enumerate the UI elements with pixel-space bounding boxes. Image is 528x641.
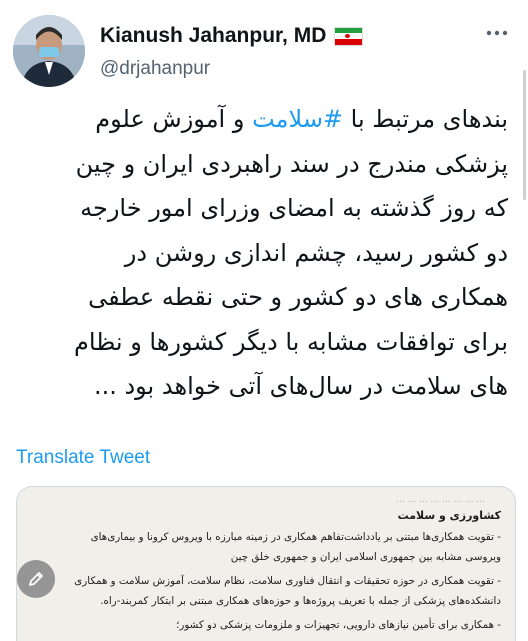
avatar-photo [13, 15, 85, 87]
scrollbar[interactable] [523, 70, 526, 200]
translate-tweet-link[interactable]: Translate Tweet [16, 447, 150, 469]
tweet-line-1: بندهای مرتبط با #سلامت و آموزش علوم [14, 97, 508, 142]
tweet-text: بندهای مرتبط با #سلامت و آموزش علوم پزشک… [14, 97, 508, 409]
author-handle[interactable]: @drjahanpur [100, 58, 210, 80]
tweet-line: همکاری های دو کشور و حتی نقطه عطفی [88, 283, 508, 311]
avatar[interactable] [13, 15, 85, 87]
document-faint-text: ... ... ... ... ... ... ... ... [396, 495, 485, 505]
document-scan: ... ... ... ... ... ... ... ... کشاورزی … [17, 487, 515, 641]
tweet-header: Kianush Jahanpur, MD @drjahanpur [0, 0, 528, 100]
iran-flag-icon [334, 26, 364, 46]
tweet-line: پزشکی مندرج در سند راهبردی ایران و چین [75, 149, 508, 178]
document-line: ویروسی مشابه بین جمهوری اسلامی ایران و ج… [230, 551, 501, 563]
more-options-icon[interactable] [482, 18, 512, 48]
tweet-line: برای توافقات مشابه با دیگر کشورها و نظام [74, 327, 508, 356]
document-line: - تقویت همکاری در حوزه تحقیقات و انتقال … [74, 575, 501, 587]
compose-button[interactable] [17, 560, 55, 598]
tweet-text-fragment: بندهای مرتبط با [343, 105, 508, 133]
tweet-line: دو کشور رسید، چشم اندازی روشن در [124, 238, 508, 267]
hashtag-link[interactable]: #سلامت [252, 105, 343, 133]
author-row: Kianush Jahanpur, MD [100, 24, 364, 48]
document-line: - همکاری برای تأمین نیازهای دارویی، تجهی… [176, 619, 501, 631]
document-heading: کشاورزی و سلامت [397, 509, 501, 522]
document-line: - تقویت همکاری‌ها مبتنی بر یادداشت‌تفاهم… [90, 531, 501, 543]
compose-pencil-icon [29, 572, 43, 586]
document-line: دانشکده‌های پزشکی از جمله با تعریف پروژه… [100, 595, 501, 607]
tweet-text-fragment: و آموزش علوم [95, 105, 253, 133]
attached-image[interactable]: ... ... ... ... ... ... ... ... کشاورزی … [16, 486, 516, 641]
tweet-line: که روز گذشته به امضای وزرای امور خارجه [80, 194, 508, 222]
author-name[interactable]: Kianush Jahanpur, MD [100, 24, 326, 48]
tweet-line: های سلامت در سال‌های آتی خواهد بود ... [93, 372, 508, 400]
